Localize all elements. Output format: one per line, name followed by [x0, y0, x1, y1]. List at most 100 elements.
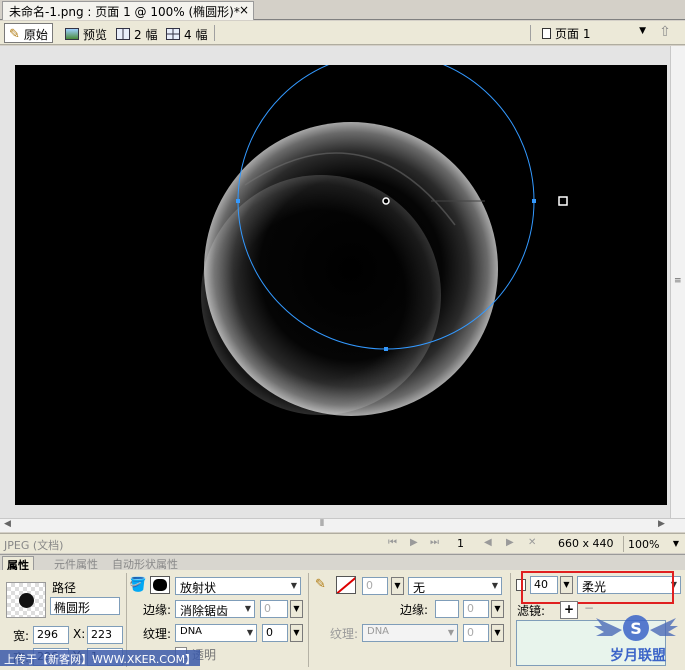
scroll-grip-icon: ⦀	[320, 519, 324, 529]
pencil-icon: ✎	[315, 577, 326, 592]
chevron-down-icon: ▼	[447, 628, 454, 637]
work-area: ≡	[0, 46, 685, 518]
width-field[interactable]: 296	[33, 626, 69, 644]
tab-symbol-properties[interactable]: 元件属性	[50, 556, 102, 571]
frame-number: 1	[457, 537, 464, 550]
object-name-field[interactable]: 椭圆形	[50, 597, 120, 615]
vertical-scrollbar[interactable]: ≡	[670, 46, 685, 518]
stroke-edge-label: 边缘:	[400, 603, 429, 617]
fill-type-select[interactable]: 放射状 ▼	[175, 577, 301, 595]
stroke-edge-feather-field[interactable]: 0	[463, 600, 489, 618]
two-up-view-button[interactable]: 2 幅	[112, 23, 161, 43]
prev-frame-icon[interactable]: ◀	[484, 537, 492, 548]
two-up-icon	[116, 28, 130, 40]
zoom-select[interactable]: 100% ▼	[623, 536, 683, 552]
two-up-view-label: 2 幅	[134, 27, 158, 42]
width-label: 宽:	[13, 629, 30, 643]
stroke-type-value: 无	[413, 581, 426, 595]
texture-amount-slider-button[interactable]: ▼	[290, 624, 303, 642]
canvas[interactable]	[15, 65, 667, 505]
canvas-size: 660 x 440	[558, 537, 614, 550]
watermark-logo: S 岁月联盟	[592, 600, 680, 666]
horizontal-scrollbar[interactable]: ◀ ⦀ ▶	[0, 518, 685, 532]
stroke-texture-amount-field[interactable]: 0	[463, 624, 489, 642]
zoom-value: 100%	[628, 537, 660, 551]
page-select[interactable]: 页面 1 ▼	[536, 23, 648, 43]
tab-properties[interactable]: 属性	[2, 556, 34, 572]
document-format: JPEG (文档)	[4, 539, 64, 552]
svg-text:岁月联盟: 岁月联盟	[610, 647, 666, 664]
stop-icon[interactable]: ✕	[528, 537, 536, 548]
svg-text:S: S	[630, 619, 642, 638]
preview-view-label: 预览	[83, 27, 108, 42]
play-icon[interactable]: ▶	[410, 537, 418, 548]
x-label: X:	[73, 627, 86, 641]
toolbar-divider	[214, 25, 215, 41]
filters-label: 滤镜:	[517, 604, 546, 618]
edge-feather-slider-button[interactable]: ▼	[290, 600, 303, 618]
stroke-size-field[interactable]: 0	[362, 577, 388, 595]
chevron-down-icon: ▼	[672, 539, 679, 548]
four-up-view-button[interactable]: 4 幅	[162, 23, 211, 43]
x-field[interactable]: 223	[87, 626, 123, 644]
view-toolbar: ✎ 原始 预览 2 幅 4 幅 页面 1 ▼ ⇧	[0, 21, 685, 45]
stroke-edge-slider-button[interactable]: ▼	[491, 600, 504, 618]
texture-label: 纹理:	[143, 627, 172, 641]
last-frame-icon[interactable]: ⏭	[430, 537, 439, 548]
edge-feather-field[interactable]: 0	[260, 600, 288, 618]
scroll-right-icon[interactable]: ▶	[658, 519, 665, 529]
stroke-texture-label: 纹理:	[330, 627, 359, 641]
status-bar: JPEG (文档) ⏮ ▶ ⏭ 1 ◀ ▶ ✕ 660 x 440 100% ▼	[0, 533, 685, 553]
four-up-view-label: 4 幅	[184, 27, 208, 42]
gradient-end-handle[interactable]	[558, 196, 568, 206]
sphere-highlight	[201, 175, 441, 415]
chevron-down-icon: ▼	[246, 628, 253, 637]
stroke-color-swatch[interactable]	[336, 576, 356, 594]
object-thumbnail	[6, 582, 46, 618]
path-handle-left[interactable]	[236, 199, 240, 203]
original-view-label: 原始	[23, 27, 48, 42]
document-tab-title: 未命名-1.png : 页面 1 @ 100% (椭圆形)*	[9, 5, 240, 19]
original-view-button[interactable]: ✎ 原始	[4, 23, 53, 43]
stroke-texture-value: DNA	[367, 626, 390, 637]
edge-value: 消除锯齿	[180, 604, 229, 618]
ellipse-icon	[19, 593, 34, 608]
chevron-down-icon: ▼	[491, 581, 498, 590]
stroke-type-select[interactable]: 无 ▼	[408, 577, 502, 595]
fill-color-swatch[interactable]	[150, 576, 170, 594]
page-icon	[542, 27, 551, 39]
wings-logo-icon: S 岁月联盟	[594, 615, 678, 664]
picture-icon	[65, 28, 79, 40]
page-select-value: 页面 1	[555, 26, 591, 41]
edge-select[interactable]: 消除锯齿 ▼	[175, 600, 255, 618]
preview-view-button[interactable]: 预览	[61, 23, 111, 43]
texture-value: DNA	[180, 626, 203, 637]
upload-icon[interactable]: ⇧	[654, 24, 676, 42]
close-icon[interactable]: ×	[239, 3, 249, 17]
stroke-size-slider-button[interactable]: ▼	[391, 577, 404, 595]
document-tabbar: 未命名-1.png : 页面 1 @ 100% (椭圆形)* ×	[0, 0, 685, 20]
watermark-banner: 上传于【新客网】WWW.XKER.COM】	[0, 650, 201, 666]
gradient-center-handle[interactable]	[382, 197, 390, 205]
object-type: 路径	[52, 581, 77, 595]
stroke-edge-field[interactable]	[435, 600, 459, 618]
texture-amount-field[interactable]: 0	[262, 624, 288, 642]
panel-divider	[510, 573, 511, 667]
stroke-texture-select[interactable]: DNA ▼	[362, 624, 458, 642]
edge-label: 边缘:	[143, 603, 172, 617]
tab-autoshape-properties[interactable]: 自动形状属性	[108, 556, 182, 571]
path-handle-right[interactable]	[532, 199, 536, 203]
add-filter-button[interactable]: +	[560, 601, 578, 619]
panel-divider	[308, 573, 309, 667]
texture-select[interactable]: DNA ▼	[175, 624, 257, 642]
document-tab[interactable]: 未命名-1.png : 页面 1 @ 100% (椭圆形)* ×	[2, 1, 254, 20]
toolbar-divider	[530, 25, 531, 41]
stroke-texture-slider-button[interactable]: ▼	[491, 624, 504, 642]
path-handle-bottom[interactable]	[384, 347, 388, 351]
paint-bucket-icon: 🪣	[129, 577, 147, 593]
scroll-left-icon[interactable]: ◀	[4, 519, 11, 529]
next-frame-icon[interactable]: ▶	[506, 537, 514, 548]
chevron-down-icon: ▼	[290, 581, 297, 590]
fill-type-value: 放射状	[180, 581, 217, 595]
first-frame-icon[interactable]: ⏮	[388, 537, 397, 548]
